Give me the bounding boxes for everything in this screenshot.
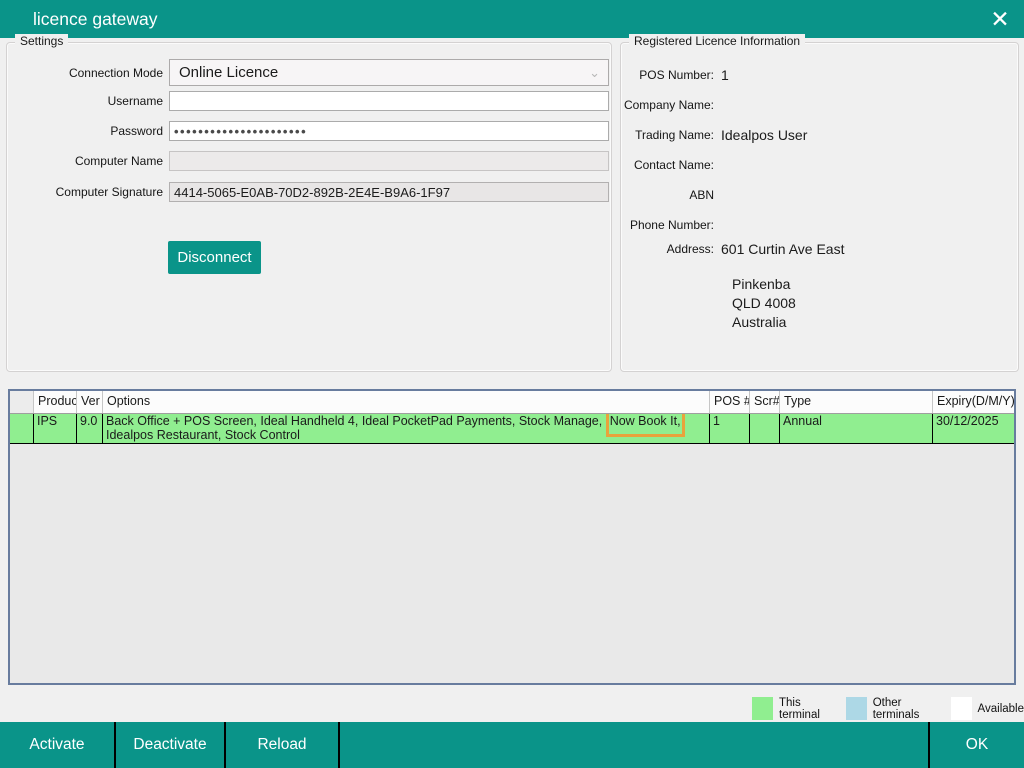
address-extra-lines: Pinkenba QLD 4008 Australia bbox=[732, 275, 796, 332]
trading-name-label: Trading Name: bbox=[621, 128, 714, 142]
header-ver[interactable]: Ver bbox=[77, 391, 103, 413]
header-expiry[interactable]: Expiry(D/M/Y) bbox=[933, 391, 1014, 413]
phone-number-label: Phone Number: bbox=[621, 218, 714, 232]
cell-ver[interactable]: 9.0 bbox=[77, 414, 103, 443]
legend-this-terminal: This terminal bbox=[752, 697, 833, 721]
header-scr[interactable]: Scr# bbox=[750, 391, 780, 413]
connection-mode-value: Online Licence bbox=[179, 64, 278, 81]
header-pos[interactable]: POS # bbox=[710, 391, 750, 413]
this-terminal-swatch bbox=[752, 697, 773, 720]
legend-other-terminals: Other terminals bbox=[846, 697, 938, 721]
window-title: licence gateway bbox=[33, 0, 158, 38]
licence-table-row[interactable]: IPS 9.0 Back Office + POS Screen, Ideal … bbox=[10, 414, 1014, 444]
abn-label: ABN bbox=[621, 188, 714, 202]
chevron-down-icon: ⌄ bbox=[589, 68, 600, 78]
footer-divider-3 bbox=[338, 722, 340, 768]
deactivate-button[interactable]: Deactivate bbox=[116, 722, 224, 768]
cell-scr[interactable] bbox=[750, 414, 780, 443]
connection-mode-select[interactable]: Online Licence ⌄ bbox=[169, 59, 609, 86]
abn-row: ABN bbox=[621, 185, 1018, 205]
address-line-country: Australia bbox=[732, 313, 796, 332]
footer-bar: Activate Deactivate Reload OK bbox=[0, 722, 1024, 768]
available-swatch bbox=[951, 697, 972, 720]
terminal-legend: This terminal Other terminals Available bbox=[752, 696, 1024, 721]
other-terminals-label: Other terminals bbox=[873, 697, 938, 721]
options-highlight-annotation: Now Book It, bbox=[606, 414, 685, 437]
licence-info-group-label: Registered Licence Information bbox=[629, 34, 805, 48]
title-bar: licence gateway ✕ bbox=[0, 0, 1024, 38]
cell-product[interactable]: IPS bbox=[34, 414, 77, 443]
computer-name-label: Computer Name bbox=[7, 154, 163, 168]
settings-group: Settings Connection Mode Online Licence … bbox=[6, 42, 612, 372]
address-row: Address: 601 Curtin Ave East bbox=[621, 239, 1018, 259]
row-header-cell[interactable] bbox=[10, 414, 34, 443]
pos-number-label: POS Number: bbox=[621, 68, 714, 82]
trading-name-row: Trading Name: Idealpos User bbox=[621, 125, 1018, 145]
computer-name-field bbox=[169, 151, 609, 171]
address-label: Address: bbox=[621, 242, 714, 256]
cell-type[interactable]: Annual bbox=[780, 414, 933, 443]
address-line-suburb: Pinkenba bbox=[732, 275, 796, 294]
address-line-state: QLD 4008 bbox=[732, 294, 796, 313]
licence-table-header: Product Ver Options POS # Scr# Type Expi… bbox=[10, 391, 1014, 414]
licence-table: Product Ver Options POS # Scr# Type Expi… bbox=[8, 389, 1016, 685]
username-field[interactable] bbox=[169, 91, 609, 111]
phone-number-row: Phone Number: bbox=[621, 215, 1018, 235]
company-name-label: Company Name: bbox=[621, 98, 714, 112]
reload-button[interactable]: Reload bbox=[226, 722, 338, 768]
address-value: 601 Curtin Ave East bbox=[721, 241, 844, 257]
header-type[interactable]: Type bbox=[780, 391, 933, 413]
this-terminal-label: This terminal bbox=[779, 697, 833, 721]
header-product[interactable]: Product bbox=[34, 391, 77, 413]
password-field[interactable] bbox=[169, 121, 609, 141]
contact-name-label: Contact Name: bbox=[621, 158, 714, 172]
disconnect-button[interactable]: Disconnect bbox=[168, 241, 261, 274]
settings-group-label: Settings bbox=[15, 34, 68, 48]
computer-signature-label: Computer Signature bbox=[7, 185, 163, 199]
close-icon[interactable]: ✕ bbox=[985, 4, 1015, 34]
cell-expiry[interactable]: 30/12/2025 bbox=[933, 414, 1014, 443]
activate-button[interactable]: Activate bbox=[0, 722, 114, 768]
cell-pos[interactable]: 1 bbox=[710, 414, 750, 443]
pos-number-value: 1 bbox=[721, 67, 729, 83]
options-text-after: Idealpos Restaurant, Stock Control bbox=[106, 428, 300, 442]
legend-available: Available bbox=[951, 697, 1024, 720]
options-text-before: Back Office + POS Screen, Ideal Handheld… bbox=[106, 414, 606, 428]
licence-info-group: Registered Licence Information POS Numbe… bbox=[620, 42, 1019, 372]
password-label: Password bbox=[7, 124, 163, 138]
header-corner-cell bbox=[10, 391, 34, 413]
trading-name-value: Idealpos User bbox=[721, 127, 807, 143]
connection-mode-label: Connection Mode bbox=[7, 66, 163, 80]
ok-button[interactable]: OK bbox=[930, 722, 1024, 768]
other-terminals-swatch bbox=[846, 697, 867, 720]
available-label: Available bbox=[978, 703, 1024, 715]
company-name-row: Company Name: bbox=[621, 95, 1018, 115]
cell-options[interactable]: Back Office + POS Screen, Ideal Handheld… bbox=[103, 414, 710, 443]
computer-signature-field[interactable] bbox=[169, 182, 609, 202]
header-options[interactable]: Options bbox=[103, 391, 710, 413]
username-label: Username bbox=[7, 94, 163, 108]
contact-name-row: Contact Name: bbox=[621, 155, 1018, 175]
pos-number-row: POS Number: 1 bbox=[621, 65, 1018, 85]
